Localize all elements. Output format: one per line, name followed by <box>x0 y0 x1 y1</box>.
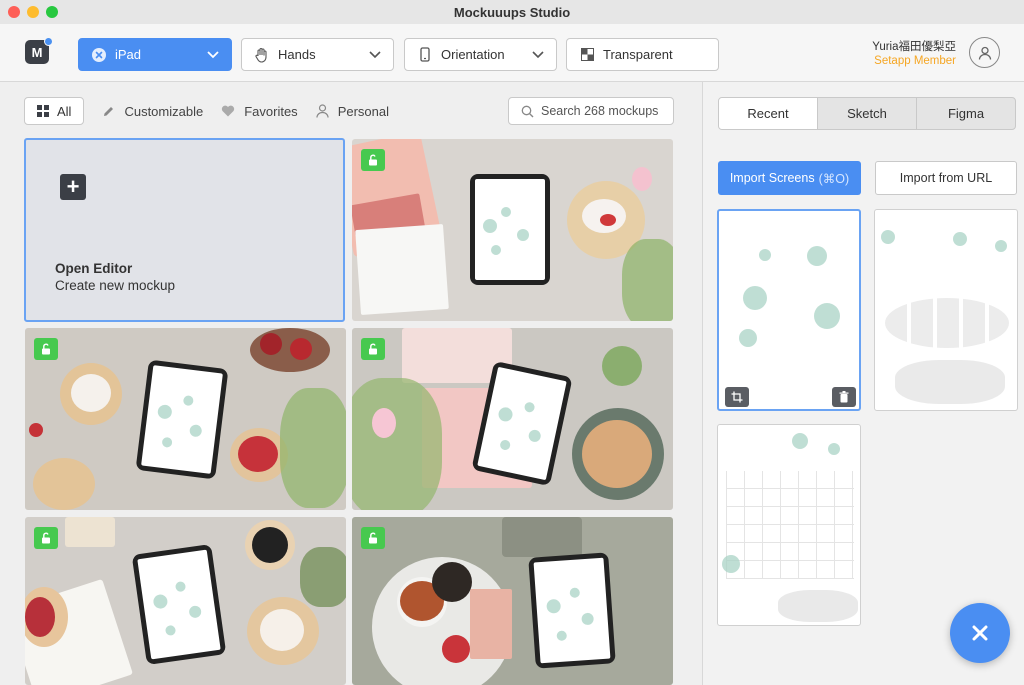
device-label: iPad <box>115 47 142 62</box>
close-window-button[interactable] <box>8 6 20 18</box>
screen-thumbnail[interactable] <box>717 424 861 626</box>
unlock-icon <box>42 532 50 544</box>
close-fab-button[interactable] <box>950 603 1010 663</box>
filter-favorites-label: Favorites <box>244 103 298 119</box>
unlocked-badge <box>361 338 385 360</box>
ipad-device <box>528 552 616 669</box>
mockup-card[interactable] <box>25 517 346 685</box>
unlock-icon <box>369 532 377 544</box>
editor-subtitle: Create new mockup <box>55 278 176 293</box>
mockup-card[interactable] <box>352 139 673 321</box>
scene-dropdown[interactable]: Hands <box>241 38 394 71</box>
chevron-down-icon <box>207 47 219 62</box>
mockup-card[interactable] <box>25 328 346 510</box>
screen-thumbnail[interactable] <box>717 209 861 411</box>
user-name: Yuria福田優梨亞 <box>872 41 956 53</box>
tab-recent[interactable]: Recent <box>719 98 817 129</box>
tab-sketch[interactable]: Sketch <box>817 98 916 129</box>
chevron-down-icon <box>532 47 544 62</box>
screen-thumbnail[interactable] <box>874 209 1018 411</box>
unlock-icon <box>369 154 377 166</box>
search-input[interactable]: Search 268 mockups <box>508 97 674 125</box>
tab-figma[interactable]: Figma <box>916 98 1015 129</box>
avatar[interactable] <box>969 37 1000 68</box>
search-placeholder: Search 268 mockups <box>541 104 659 118</box>
heart-icon <box>222 105 235 117</box>
ipad-device <box>470 174 550 285</box>
filter-customizable[interactable]: Customizable <box>102 104 203 119</box>
pencil-icon <box>104 106 114 116</box>
unlocked-badge <box>34 527 58 549</box>
unlock-icon <box>369 343 377 355</box>
filter-favorites[interactable]: Favorites <box>221 103 298 119</box>
mockup-browser: All Customizable Favorites Personal Sear… <box>0 82 702 685</box>
notification-dot <box>44 37 53 46</box>
ipad-device <box>131 543 227 666</box>
phone-icon <box>417 47 433 62</box>
unlocked-badge <box>34 338 58 360</box>
title-bar: Mockuuups Studio <box>0 0 1024 24</box>
checkerboard-icon <box>579 48 595 61</box>
source-tabs: Recent Sketch Figma <box>718 97 1016 130</box>
ipad-device <box>135 359 229 480</box>
grid-icon <box>37 105 49 117</box>
filter-customizable-label: Customizable <box>124 103 204 119</box>
person-icon <box>316 104 329 118</box>
crop-icon[interactable] <box>725 387 749 407</box>
zoom-window-button[interactable] <box>46 6 58 18</box>
unlock-icon <box>42 343 50 355</box>
filter-all-label: All <box>57 103 72 119</box>
device-dropdown[interactable]: iPad <box>78 38 232 71</box>
background-button[interactable]: Transparent <box>566 38 719 71</box>
user-icon <box>978 46 991 60</box>
hand-icon <box>254 47 270 63</box>
toolbar: M iPad Hands Orientation Transparent Yur… <box>0 24 1024 82</box>
scene-label: Hands <box>278 47 316 62</box>
import-screens-label: Import Screens <box>729 171 815 185</box>
screens-panel: Recent Sketch Figma Import Screens (⌘O) … <box>702 82 1024 685</box>
orientation-dropdown[interactable]: Orientation <box>404 38 557 71</box>
background-label: Transparent <box>603 47 673 62</box>
user-info[interactable]: Yuria福田優梨亞 Setapp Member <box>872 40 956 68</box>
filter-bar: All Customizable Favorites Personal <box>24 97 389 125</box>
unlocked-badge <box>361 149 385 171</box>
window-controls <box>8 6 58 18</box>
trash-icon[interactable] <box>832 387 856 407</box>
close-circle-icon[interactable] <box>91 47 107 62</box>
filter-all[interactable]: All <box>24 97 85 125</box>
window-title: Mockuuups Studio <box>453 4 571 20</box>
filter-personal-label: Personal <box>337 103 389 119</box>
mockup-card[interactable] <box>352 517 673 685</box>
minimize-window-button[interactable] <box>27 6 39 18</box>
filter-personal[interactable]: Personal <box>316 104 389 119</box>
import-screens-button[interactable]: Import Screens (⌘O) <box>718 161 861 195</box>
chevron-down-icon <box>369 47 381 62</box>
unlocked-badge <box>361 527 385 549</box>
plus-icon: + <box>60 174 86 200</box>
import-shortcut: (⌘O) <box>818 171 850 186</box>
editor-title: Open Editor <box>55 261 133 276</box>
orientation-label: Orientation <box>441 47 505 62</box>
search-icon <box>521 105 534 118</box>
close-icon <box>972 625 988 641</box>
membership-label: Setapp Member <box>874 55 956 67</box>
mockup-card[interactable] <box>352 328 673 510</box>
import-url-button[interactable]: Import from URL <box>875 161 1017 195</box>
open-editor-card[interactable]: + Open Editor Create new mockup <box>24 138 345 322</box>
